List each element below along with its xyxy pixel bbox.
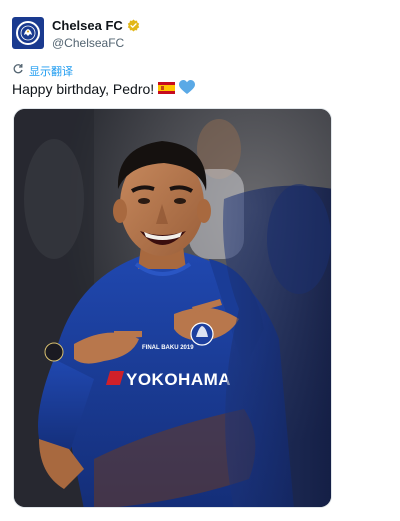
account-handle[interactable]: @ChelseaFC [52, 36, 140, 50]
gold-verified-badge-icon [127, 19, 140, 32]
tweet-header: Chelsea FC @ChelseaFC [52, 17, 140, 50]
account-avatar[interactable] [12, 17, 44, 49]
account-display-name[interactable]: Chelsea FC [52, 18, 123, 33]
kit-sponsor-text: YOKOHAMA [126, 370, 231, 389]
tweet-body: Happy birthday, Pedro! [12, 81, 155, 97]
tweet-photo[interactable]: FINAL BAKU 2019 YOKOHAMA [13, 108, 332, 508]
spain-flag-icon [158, 81, 176, 97]
translate-refresh-icon [12, 62, 24, 80]
kit-final-patch: FINAL BAKU 2019 [142, 345, 194, 351]
name-row: Chelsea FC [52, 17, 140, 34]
chelsea-lion-crest-icon [16, 21, 40, 45]
show-translation-button[interactable]: 显示翻译 [12, 62, 73, 80]
translate-label: 显示翻译 [29, 66, 73, 78]
pedro-celebration-photo: FINAL BAKU 2019 YOKOHAMA [14, 109, 331, 507]
blue-heart-icon [179, 80, 196, 98]
tweet-text: Happy birthday, Pedro! [12, 80, 196, 98]
